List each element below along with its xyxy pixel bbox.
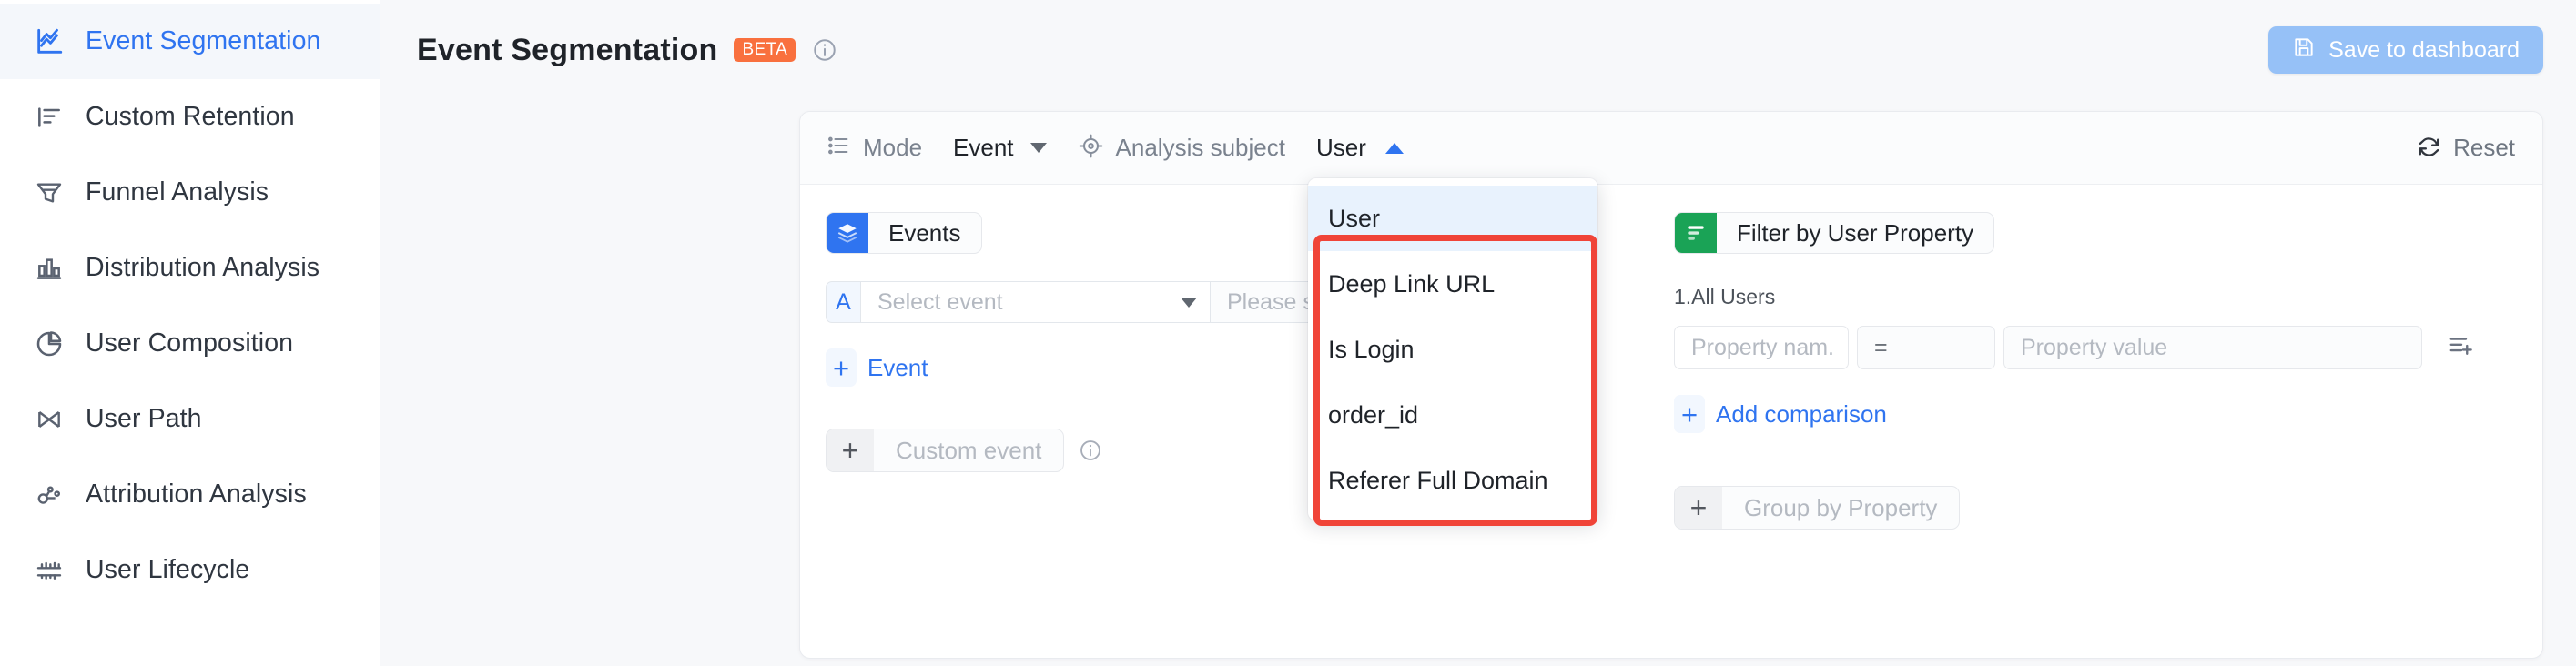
analysis-toolbar: Mode Event Analysis subject User Reset bbox=[800, 112, 2542, 185]
mode-dropdown[interactable]: Event bbox=[953, 134, 1047, 162]
add-comparison-button[interactable]: + Add comparison bbox=[1674, 395, 1887, 433]
info-circle-icon[interactable] bbox=[1079, 439, 1102, 462]
sidebar-item-attribution-analysis[interactable]: Attribution Analysis bbox=[0, 457, 380, 532]
select-event-dropdown[interactable]: Select event bbox=[860, 281, 1211, 323]
sidebar-item-distribution-analysis[interactable]: Distribution Analysis bbox=[0, 230, 380, 306]
dropdown-option-deep-link-url[interactable]: Deep Link URL bbox=[1308, 251, 1597, 317]
app-root: Event Segmentation Custom Retention Funn… bbox=[0, 0, 2576, 666]
property-name-placeholder: Property nam. bbox=[1691, 334, 1835, 360]
floppy-disk-icon bbox=[2292, 35, 2316, 66]
caret-down-icon bbox=[1029, 143, 1047, 153]
filter-subtitle: 1.All Users bbox=[1674, 285, 1776, 308]
sidebar-item-label: Custom Retention bbox=[86, 102, 295, 131]
plus-icon: + bbox=[827, 429, 874, 471]
sidebar: Event Segmentation Custom Retention Funn… bbox=[0, 0, 380, 666]
reset-label: Reset bbox=[2453, 134, 2515, 161]
sidebar-item-label: Funnel Analysis bbox=[86, 177, 269, 207]
operator-select[interactable]: = bbox=[1857, 326, 1995, 369]
path-icon bbox=[33, 403, 66, 436]
beta-badge: BETA bbox=[734, 38, 796, 62]
operator-value: = bbox=[1874, 334, 1888, 360]
group-by-property-button[interactable]: + Group by Property bbox=[1674, 486, 1961, 530]
group-by-placeholder: Group by Property bbox=[1744, 493, 1938, 521]
mode-value: Event bbox=[953, 134, 1014, 161]
info-circle-icon[interactable] bbox=[812, 37, 837, 63]
group-by-row: + Group by Property bbox=[1674, 486, 2542, 530]
page-header: Event Segmentation BETA Save to dashboar… bbox=[380, 0, 2576, 100]
property-name-input[interactable]: Property nam. bbox=[1674, 326, 1849, 369]
pie-chart-icon bbox=[33, 328, 66, 360]
sidebar-item-label: User Path bbox=[86, 404, 202, 433]
filter-condition-row: Property nam. = Property value bbox=[1674, 326, 2542, 369]
plus-icon: + bbox=[1675, 487, 1722, 529]
add-event-label: Event bbox=[867, 353, 928, 381]
events-section-chip[interactable]: Events bbox=[826, 212, 982, 254]
sidebar-item-label: Attribution Analysis bbox=[86, 479, 307, 509]
sidebar-item-user-path[interactable]: User Path bbox=[0, 381, 380, 457]
custom-event-button[interactable]: + Custom event bbox=[826, 429, 1065, 472]
dropdown-option-is-login[interactable]: Is Login bbox=[1308, 317, 1597, 382]
dropdown-option-order-id[interactable]: order_id bbox=[1308, 382, 1597, 448]
plus-icon: + bbox=[1674, 395, 1705, 433]
analysis-card: Mode Event Analysis subject User Reset E… bbox=[799, 111, 2543, 659]
attribution-icon bbox=[33, 479, 66, 511]
filter-column: Filter by User Property 1.All Users Prop… bbox=[1665, 212, 2542, 658]
filter-chip-label: Filter by User Property bbox=[1737, 218, 1974, 247]
line-chart-icon bbox=[33, 25, 66, 58]
sidebar-item-label: Distribution Analysis bbox=[86, 253, 320, 282]
sidebar-item-funnel-analysis[interactable]: Funnel Analysis bbox=[0, 155, 380, 230]
bar-chart-icon bbox=[33, 252, 66, 285]
caret-down-icon bbox=[1181, 297, 1197, 308]
mode-group: Mode bbox=[826, 133, 922, 163]
layers-icon bbox=[827, 213, 868, 253]
filter-section-chip[interactable]: Filter by User Property bbox=[1674, 212, 1995, 254]
analysis-subject-label: Analysis subject bbox=[1115, 134, 1285, 161]
dropdown-option-user[interactable]: User bbox=[1308, 186, 1597, 251]
mode-label: Mode bbox=[863, 134, 923, 161]
analysis-subject-group: Analysis subject bbox=[1078, 133, 1285, 164]
lifecycle-icon bbox=[33, 554, 66, 587]
funnel-icon bbox=[33, 177, 66, 209]
sidebar-item-custom-retention[interactable]: Custom Retention bbox=[0, 79, 380, 155]
target-icon bbox=[1078, 133, 1104, 164]
events-chip-label: Events bbox=[888, 218, 961, 247]
card-body: Events A Select event Please select + Ev… bbox=[800, 185, 2542, 658]
filter-icon bbox=[1675, 213, 1717, 253]
custom-event-placeholder: Custom event bbox=[896, 436, 1042, 464]
plus-icon: + bbox=[826, 348, 857, 387]
caret-up-icon bbox=[1384, 142, 1404, 154]
dropdown-option-referer-full-domain[interactable]: Referer Full Domain bbox=[1308, 448, 1597, 513]
analysis-subject-dropdown[interactable]: User bbox=[1316, 134, 1404, 162]
sidebar-item-label: User Composition bbox=[86, 328, 294, 358]
property-value-placeholder: Property value bbox=[2021, 334, 2168, 360]
sidebar-item-label: Event Segmentation bbox=[86, 26, 321, 56]
save-to-dashboard-button[interactable]: Save to dashboard bbox=[2268, 26, 2543, 74]
sidebar-item-event-segmentation[interactable]: Event Segmentation bbox=[0, 4, 380, 79]
reset-button[interactable]: Reset bbox=[2416, 134, 2515, 163]
save-to-dashboard-label: Save to dashboard bbox=[2328, 36, 2520, 63]
add-event-button[interactable]: + Event bbox=[826, 348, 928, 387]
add-comparison-label: Add comparison bbox=[1716, 399, 1887, 428]
refresh-icon bbox=[2416, 134, 2442, 163]
sort-add-icon[interactable] bbox=[2448, 332, 2475, 364]
analysis-subject-dropdown-menu[interactable]: User Deep Link URL Is Login order_id Ref… bbox=[1308, 178, 1597, 520]
select-event-placeholder: Select event bbox=[877, 288, 1003, 315]
sidebar-item-label: User Lifecycle bbox=[86, 555, 250, 584]
property-value-input[interactable]: Property value bbox=[2003, 326, 2422, 369]
main-content: Event Segmentation BETA Save to dashboar… bbox=[380, 0, 2576, 666]
page-title: Event Segmentation bbox=[417, 32, 718, 67]
retention-bars-icon bbox=[33, 101, 66, 134]
sidebar-item-user-composition[interactable]: User Composition bbox=[0, 306, 380, 381]
sidebar-item-user-lifecycle[interactable]: User Lifecycle bbox=[0, 532, 380, 608]
analysis-subject-value: User bbox=[1315, 134, 1366, 161]
event-letter-badge: A bbox=[826, 281, 860, 323]
list-mode-icon bbox=[826, 133, 851, 163]
